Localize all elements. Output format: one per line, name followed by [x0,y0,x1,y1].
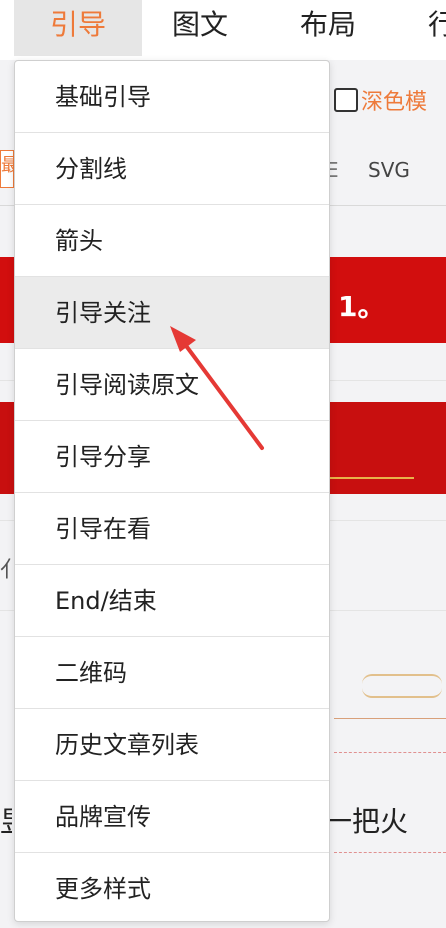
dashed-divider [334,852,446,853]
divider [334,718,446,719]
top-nav: 引导 图文 布局 行 [0,0,446,60]
nav-tab-layout[interactable]: 布局 [300,0,356,56]
nav-tab-image-text[interactable]: 图文 [172,0,228,56]
menu-item-looking-guide[interactable]: 引导在看 [15,493,329,565]
red-banner-text: 1。 [338,290,386,323]
partial-text: 亻 [0,558,12,583]
menu-item-read-original[interactable]: 引导阅读原文 [15,349,329,421]
dashed-divider [334,752,446,753]
banner-gold-line [330,477,414,479]
dark-mode-label: 深色模 [361,90,428,115]
menu-item-divider[interactable]: 分割线 [15,133,329,205]
gold-cloud-ornament[interactable] [362,674,442,698]
menu-item-follow-guide[interactable]: 引导关注 [15,277,329,349]
menu-item-brand-promo[interactable]: 品牌宣传 [15,781,329,853]
menu-item-qr-code[interactable]: 二维码 [15,637,329,709]
sample-text: 一把火 [324,805,409,838]
style-tab-partial[interactable]: 最 [0,150,14,188]
dark-mode-checkbox[interactable] [334,88,358,112]
menu-item-more-styles[interactable]: 更多样式 [15,853,329,921]
menu-item-share-guide[interactable]: 引导分享 [15,421,329,493]
nav-tab-more[interactable]: 行 [428,0,446,56]
svg-tab[interactable]: SVG [368,158,410,182]
guide-dropdown-menu: 基础引导 分割线 箭头 引导关注 引导阅读原文 引导分享 引导在看 End/结束… [14,60,330,922]
menu-item-arrow[interactable]: 箭头 [15,205,329,277]
dark-mode-toggle[interactable]: 深色模 [334,84,427,116]
nav-tab-guide[interactable]: 引导 [14,0,142,56]
menu-item-article-history[interactable]: 历史文章列表 [15,709,329,781]
partial-text: 昱 [0,800,12,840]
menu-item-basic-guide[interactable]: 基础引导 [15,61,329,133]
menu-item-end[interactable]: End/结束 [15,565,329,637]
